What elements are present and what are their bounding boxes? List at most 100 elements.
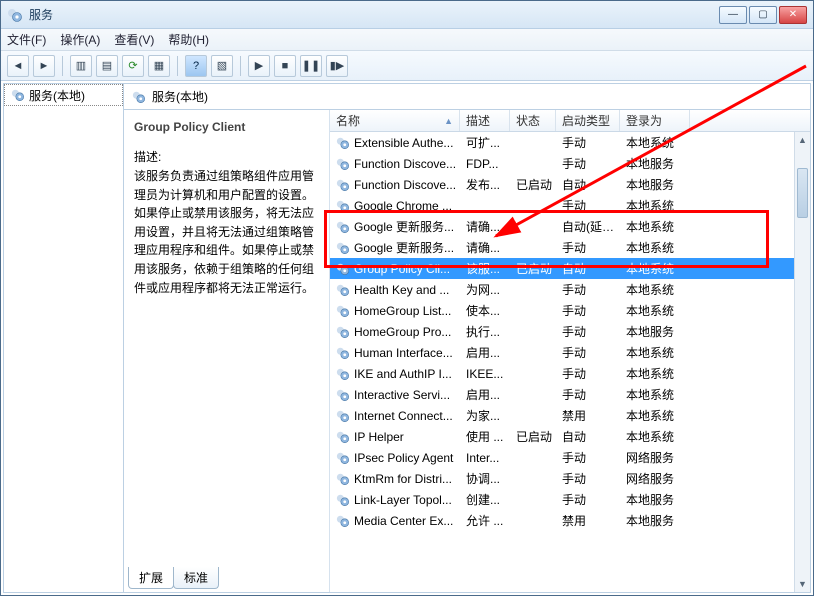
menu-bar: 文件(F) 操作(A) 查看(V) 帮助(H) [1,29,813,51]
col-status[interactable]: 状态 [510,110,556,131]
service-desc: 使本... [460,302,510,319]
table-row[interactable]: Function Discove...发布...已启动自动本地服务 [330,174,794,195]
service-status: 已启动 [510,176,556,193]
tab-extended[interactable]: 扩展 [128,567,174,589]
service-desc: 启用... [460,344,510,361]
close-button[interactable]: ✕ [779,6,807,24]
help-button[interactable]: ? [185,55,207,77]
service-desc: 使用 ... [460,428,510,445]
service-name: HomeGroup Pro... [354,325,451,339]
service-startup: 手动 [556,302,620,319]
service-logon: 本地系统 [620,344,690,361]
service-startup: 手动 [556,449,620,466]
service-name: Human Interface... [354,346,453,360]
toolbar-divider [240,56,241,76]
service-desc: 允许 ... [460,512,510,529]
service-startup: 禁用 [556,512,620,529]
menu-action[interactable]: 操作(A) [60,31,100,48]
service-name: IKE and AuthIP I... [354,367,452,381]
service-logon: 本地服务 [620,176,690,193]
table-row[interactable]: Internet Connect...为家...禁用本地系统 [330,405,794,426]
service-name: Extensible Authe... [354,136,453,150]
table-row[interactable]: Interactive Servi...启用...手动本地系统 [330,384,794,405]
gear-icon [336,451,350,465]
table-row[interactable]: IP Helper使用 ...已启动自动本地系统 [330,426,794,447]
show-hide-tree-button[interactable]: ▥ [70,55,92,77]
gear-icon [336,283,350,297]
table-row[interactable]: IPsec Policy AgentInter...手动网络服务 [330,447,794,468]
minimize-button[interactable]: — [719,6,747,24]
nav-pane: 服务(本地) [4,84,124,592]
table-row[interactable]: Media Center Ex...允许 ...禁用本地服务 [330,510,794,531]
service-name: Function Discove... [354,157,456,171]
gear-icon [336,178,350,192]
service-logon: 网络服务 [620,470,690,487]
annotation-highlight-box [324,210,769,268]
service-startup: 手动 [556,470,620,487]
selected-service-name: Group Policy Client [134,120,321,134]
sort-asc-icon: ▲ [444,116,453,126]
refresh-button[interactable]: ▦ [148,55,170,77]
toolbar: ◄ ► ▥ ▤ ⟳ ▦ ? ▧ ▶ ■ ❚❚ ▮▶ [1,51,813,81]
content-area: 服务(本地) 服务(本地) Group Policy Client 描述: 该服… [3,83,811,593]
table-row[interactable]: Function Discove...FDP...手动本地服务 [330,153,794,174]
menu-help[interactable]: 帮助(H) [168,31,209,48]
window-title: 服务 [29,6,719,23]
tab-standard[interactable]: 标准 [173,567,219,589]
gear-icon [336,157,350,171]
menu-file[interactable]: 文件(F) [7,31,46,48]
col-desc[interactable]: 描述 [460,110,510,131]
service-logon: 本地服务 [620,155,690,172]
service-name: Function Discove... [354,178,456,192]
back-button[interactable]: ◄ [7,55,29,77]
table-row[interactable]: Human Interface...启用...手动本地系统 [330,342,794,363]
action-button[interactable]: ▧ [211,55,233,77]
nav-root-services[interactable]: 服务(本地) [4,84,123,106]
table-row[interactable]: IKE and AuthIP I...IKEE...手动本地系统 [330,363,794,384]
scroll-thumb[interactable] [797,168,808,218]
properties-button[interactable]: ▤ [96,55,118,77]
service-logon: 本地系统 [620,281,690,298]
gear-icon [336,346,350,360]
toolbar-divider [177,56,178,76]
description-panel: Group Policy Client 描述: 该服务负责通过组策略组件应用管理… [124,110,329,592]
service-desc: 可扩... [460,134,510,151]
service-logon: 本地系统 [620,365,690,382]
table-row[interactable]: Extensible Authe...可扩...手动本地系统 [330,132,794,153]
service-name: IP Helper [354,430,404,444]
menu-view[interactable]: 查看(V) [114,31,154,48]
table-row[interactable]: HomeGroup Pro...执行...手动本地服务 [330,321,794,342]
service-desc: 发布... [460,176,510,193]
service-logon: 本地系统 [620,428,690,445]
start-button[interactable]: ▶ [248,55,270,77]
table-row[interactable]: Link-Layer Topol...创建...手动本地服务 [330,489,794,510]
stop-button[interactable]: ■ [274,55,296,77]
forward-button[interactable]: ► [33,55,55,77]
service-logon: 本地服务 [620,323,690,340]
service-logon: 本地服务 [620,512,690,529]
pause-button[interactable]: ❚❚ [300,55,322,77]
service-name: KtmRm for Distri... [354,472,452,486]
service-desc: 为网... [460,281,510,298]
toolbar-divider [62,56,63,76]
table-row[interactable]: HomeGroup List...使本...手动本地系统 [330,300,794,321]
scroll-up-icon[interactable]: ▲ [795,132,810,148]
vertical-scrollbar[interactable]: ▲ ▼ [794,132,810,592]
scroll-down-icon[interactable]: ▼ [795,576,810,592]
table-row[interactable]: Health Key and ...为网...手动本地系统 [330,279,794,300]
nav-root-label: 服务(本地) [29,87,85,104]
table-row[interactable]: KtmRm for Distri...协调...手动网络服务 [330,468,794,489]
col-startup[interactable]: 启动类型 [556,110,620,131]
view-tabs: 扩展 标准 [128,567,218,589]
service-list: 名称▲ 描述 状态 启动类型 登录为 Extensible Authe... 可扩… [329,110,810,592]
gear-icon [336,430,350,444]
service-logon: 本地系统 [620,386,690,403]
export-button[interactable]: ⟳ [122,55,144,77]
col-name[interactable]: 名称▲ [330,110,460,131]
maximize-button[interactable]: ▢ [749,6,777,24]
service-name: HomeGroup List... [354,304,451,318]
restart-button[interactable]: ▮▶ [326,55,348,77]
gear-icon [336,367,350,381]
service-logon: 本地系统 [620,407,690,424]
col-logon[interactable]: 登录为 [620,110,690,131]
